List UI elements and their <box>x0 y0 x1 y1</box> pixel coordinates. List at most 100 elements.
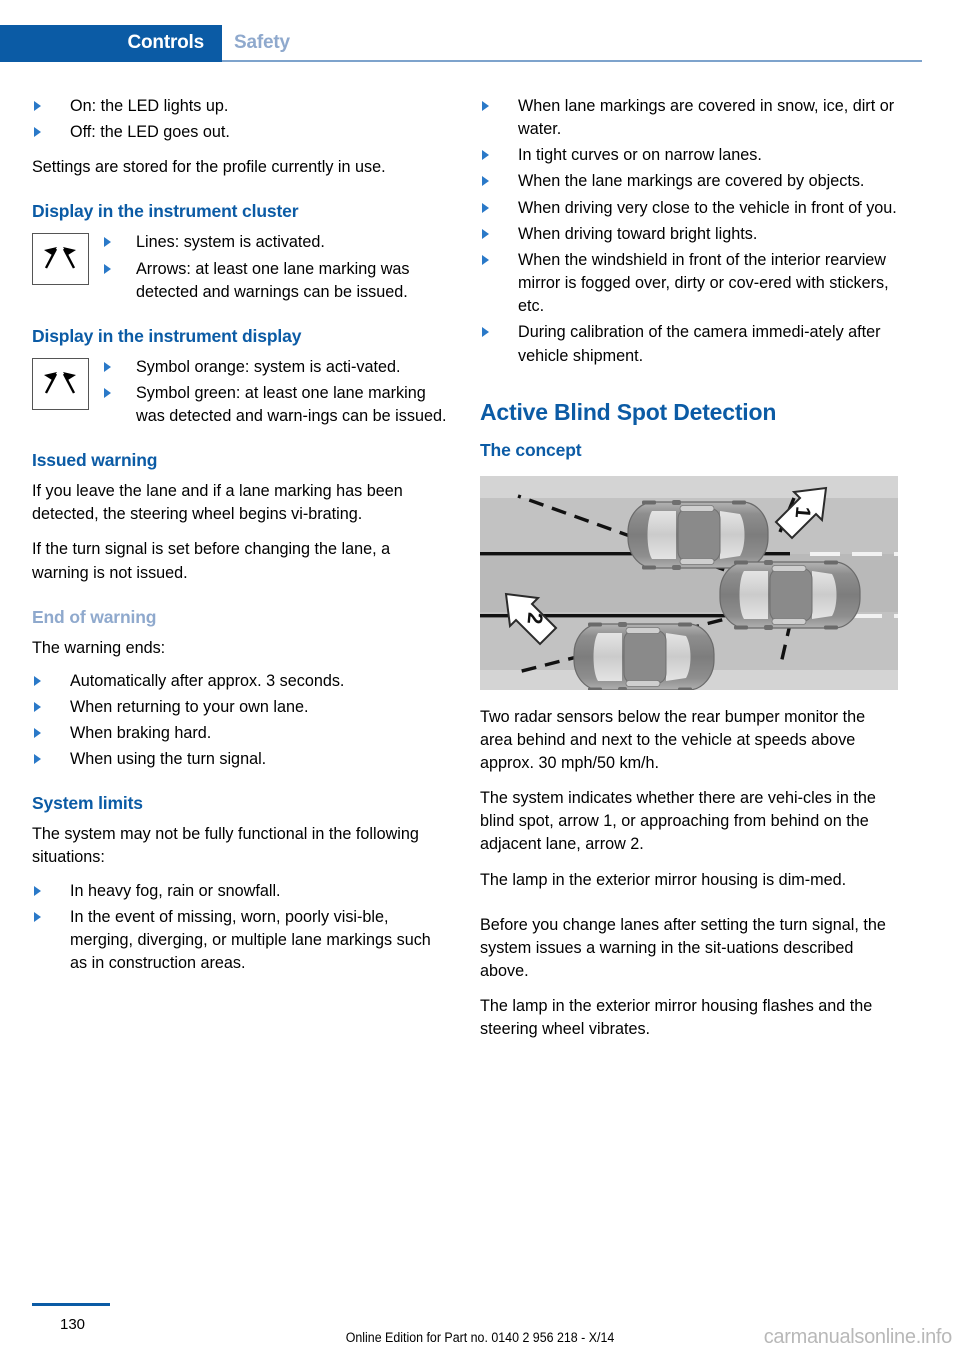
list-item: During calibration of the camera immedi-… <box>480 321 898 367</box>
bullet-triangle-icon <box>34 101 41 111</box>
list-item-label: When braking hard. <box>70 724 212 742</box>
list-item: When the windshield in front of the inte… <box>480 249 898 318</box>
watermark: carmanualsonline.info <box>763 1326 953 1348</box>
bullet-triangle-icon <box>482 228 489 239</box>
bullet-triangle-icon <box>104 361 111 372</box>
bullet-triangle-icon <box>34 127 41 138</box>
bullet-triangle-icon <box>482 254 489 265</box>
list-item-label: During calibration of the camera immedi-… <box>518 323 881 365</box>
end-of-warning-intro: The warning ends: <box>32 638 166 657</box>
list-item: When driving very close to the vehicle i… <box>480 197 898 220</box>
system-limits-list: In heavy fog, rain or snowfall. In the e… <box>32 880 450 976</box>
list-item-label: In tight curves or on narrow lanes. <box>518 146 762 165</box>
blind-spot-illustration: 1 2 <box>480 475 898 690</box>
heading-display-instrument-cluster: Display in the instrument cluster <box>32 201 299 222</box>
lamp-flashes-paragraph: The lamp in the exterior mirror housing … <box>480 997 873 1039</box>
page-header: Controls Safety <box>0 0 960 62</box>
list-item-label: Symbol orange: system is acti-vated. <box>136 357 401 376</box>
header-divider <box>222 60 922 62</box>
callout-1-label: 1 <box>790 505 814 519</box>
list-item: Symbol orange: system is acti-vated. <box>104 356 450 379</box>
car-upper <box>627 499 769 571</box>
list-item-label: Arrows: at least one lane marking was de… <box>136 259 410 301</box>
bullet-triangle-icon <box>104 263 111 274</box>
bullet-triangle-icon <box>104 237 111 248</box>
bullet-triangle-icon <box>34 675 41 686</box>
end-of-warning-list: Automatically after approx. 3 seconds. W… <box>32 670 450 772</box>
blind-spot-diagram: 1 2 <box>480 475 898 690</box>
list-item-label: When lane markings are covered in snow, … <box>518 97 895 139</box>
car-ego <box>719 559 861 631</box>
bullet-triangle-icon <box>482 150 489 161</box>
tab-controls-label: Controls <box>127 32 204 53</box>
heading-active-blind-spot-detection: Active Blind Spot Detection <box>480 398 777 425</box>
list-item-label: Lines: system is activated. <box>136 233 325 252</box>
issued-warning-paragraph-1: If you leave the lane and if a lane mark… <box>32 482 403 524</box>
lane-departure-glyph <box>44 371 76 394</box>
heading-system-limits: System limits <box>32 793 143 814</box>
bullet-triangle-icon <box>34 911 41 922</box>
system-indicates-paragraph: The system indicates whether there are v… <box>480 789 876 854</box>
heading-end-of-warning: End of warning <box>32 606 157 627</box>
list-item: On: the LED lights up. <box>32 95 450 118</box>
list-item: When returning to your own lane. <box>32 696 450 719</box>
issued-warning-paragraph-2: If the turn signal is set before changin… <box>32 540 391 582</box>
cluster-bullet-list: Lines: system is activated. Arrows: at l… <box>104 231 450 303</box>
car-lower <box>573 621 715 690</box>
right-column: When lane markings are covered in snow, … <box>480 95 898 1054</box>
bullet-triangle-icon <box>482 101 489 111</box>
list-item: In heavy fog, rain or snowfall. <box>32 880 450 903</box>
bullet-triangle-icon <box>34 754 41 765</box>
before-lane-change-paragraph: Before you change lanes after setting th… <box>480 915 886 981</box>
bullet-triangle-icon <box>482 176 489 187</box>
bullet-triangle-icon <box>34 728 41 738</box>
display-bullet-list: Symbol orange: system is acti-vated. Sym… <box>104 356 450 428</box>
list-item-label: When using the turn signal. <box>70 750 267 769</box>
bullet-triangle-icon <box>104 387 111 398</box>
list-item: Off: the LED goes out. <box>32 121 450 144</box>
footer-divider <box>32 1303 110 1306</box>
cluster-symbol-row: Lines: system is activated. Arrows: at l… <box>32 231 450 303</box>
system-limits-intro: The system may not be fully functional i… <box>32 825 419 867</box>
list-item-label: When driving toward bright lights. <box>518 224 758 243</box>
left-column: On: the LED lights up. Off: the LED goes… <box>32 95 450 987</box>
list-item-label: In heavy fog, rain or snowfall. <box>70 881 281 900</box>
lane-departure-warning-icon <box>32 357 89 410</box>
lamp-dimmed-paragraph: The lamp in the exterior mirror housing … <box>480 870 847 889</box>
list-item-label: When the lane markings are covered by ob… <box>518 172 865 191</box>
list-item-label: When the windshield in front of the inte… <box>518 250 889 316</box>
lane-departure-glyph <box>44 247 76 269</box>
list-item: Arrows: at least one lane marking was de… <box>104 258 450 304</box>
list-item-label: When returning to your own lane. <box>70 697 309 716</box>
bullet-triangle-icon <box>34 885 41 896</box>
list-item: When lane markings are covered in snow, … <box>480 95 898 141</box>
bullet-triangle-icon <box>482 202 489 213</box>
list-item-label: When driving very close to the vehicle i… <box>518 198 897 217</box>
list-item: In tight curves or on narrow lanes. <box>480 144 898 167</box>
list-item: When the lane markings are covered by ob… <box>480 170 898 193</box>
display-symbol-row: Symbol orange: system is acti-vated. Sym… <box>32 356 450 428</box>
led-state-list: On: the LED lights up. Off: the LED goes… <box>32 95 450 144</box>
callout-2-label: 2 <box>523 611 547 625</box>
list-item: In the event of missing, worn, poorly vi… <box>32 906 450 975</box>
radar-sensors-paragraph: Two radar sensors below the rear bumper … <box>480 707 866 772</box>
list-item-label: Automatically after approx. 3 seconds. <box>70 671 345 690</box>
system-limits-list-continued: When lane markings are covered in snow, … <box>480 95 898 368</box>
list-item-label: Symbol green: at least one lane marking … <box>136 383 447 425</box>
list-item-label: On: the LED lights up. <box>70 97 229 115</box>
list-item: When using the turn signal. <box>32 748 450 771</box>
list-item: When braking hard. <box>32 722 450 745</box>
settings-paragraph: Settings are stored for the profile curr… <box>32 158 386 177</box>
bullet-triangle-icon <box>482 327 489 338</box>
heading-the-concept: The concept <box>480 439 582 460</box>
list-item-label: Off: the LED goes out. <box>70 123 230 142</box>
tab-safety[interactable]: Safety <box>234 32 290 54</box>
heading-display-instrument-display: Display in the instrument display <box>32 325 302 346</box>
list-item: When driving toward bright lights. <box>480 223 898 246</box>
tab-controls[interactable]: Controls <box>0 25 222 62</box>
heading-issued-warning: Issued warning <box>32 450 158 471</box>
list-item: Automatically after approx. 3 seconds. <box>32 670 450 693</box>
bullet-triangle-icon <box>34 701 41 712</box>
list-item-label: In the event of missing, worn, poorly vi… <box>70 907 431 972</box>
lane-departure-warning-icon <box>32 233 89 286</box>
